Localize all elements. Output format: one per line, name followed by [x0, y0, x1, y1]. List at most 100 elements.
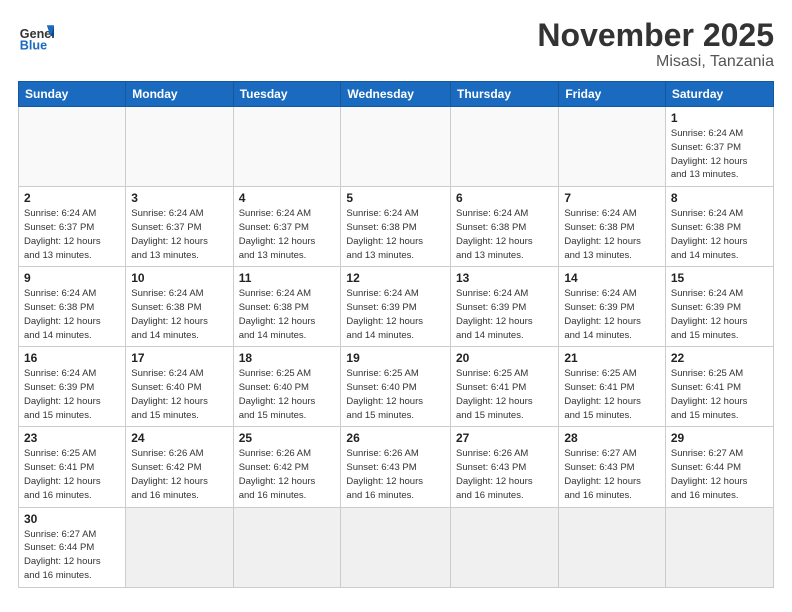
- calendar-cell: 26Sunrise: 6:26 AMSunset: 6:43 PMDayligh…: [341, 427, 451, 507]
- day-info: Sunrise: 6:25 AMSunset: 6:40 PMDaylight:…: [346, 367, 445, 422]
- calendar-cell: 10Sunrise: 6:24 AMSunset: 6:38 PMDayligh…: [126, 267, 233, 347]
- header: General Blue November 2025 Misasi, Tanza…: [18, 18, 774, 71]
- calendar-cell: 30 Sunrise: 6:27 AMSunset: 6:44 PMDayligh…: [19, 507, 126, 587]
- day-number: 4: [239, 191, 336, 205]
- day-number: 25: [239, 431, 336, 445]
- calendar-cell: [126, 107, 233, 187]
- day-number: 1: [671, 111, 768, 125]
- calendar-cell: 28 Sunrise: 6:27 AMSunset: 6:43 PMDayligh…: [559, 427, 666, 507]
- day-number: 19: [346, 351, 445, 365]
- calendar-cell: [559, 507, 666, 587]
- calendar-cell: 21 Sunrise: 6:25 AMSunset: 6:41 PMDayligh…: [559, 347, 666, 427]
- day-info: Sunrise: 6:25 AMSunset: 6:41 PMDaylight:…: [671, 367, 768, 422]
- calendar-cell: 19 Sunrise: 6:25 AMSunset: 6:40 PMDayligh…: [341, 347, 451, 427]
- day-number: 23: [24, 431, 120, 445]
- day-info: Sunrise: 6:24 AMSunset: 6:38 PMDaylight:…: [239, 287, 336, 342]
- calendar-cell: 7Sunrise: 6:24 AMSunset: 6:38 PMDaylight…: [559, 187, 666, 267]
- location: Misasi, Tanzania: [537, 53, 774, 71]
- calendar-cell: [451, 507, 559, 587]
- calendar-cell: 25 Sunrise: 6:26 AMSunset: 6:42 PMDayligh…: [233, 427, 341, 507]
- calendar-cell: 3Sunrise: 6:24 AMSunset: 6:37 PMDaylight…: [126, 187, 233, 267]
- calendar: SundayMondayTuesdayWednesdayThursdayFrid…: [18, 81, 774, 587]
- day-info: Sunrise: 6:25 AMSunset: 6:41 PMDaylight:…: [456, 367, 553, 422]
- week-row-2: 2 Sunrise: 6:24 AMSunset: 6:37 PMDaylight…: [19, 187, 774, 267]
- calendar-cell: 18Sunrise: 6:25 AMSunset: 6:40 PMDayligh…: [233, 347, 341, 427]
- day-info: Sunrise: 6:24 AMSunset: 6:39 PMDaylight:…: [671, 287, 768, 342]
- day-info: Sunrise: 6:26 AMSunset: 6:43 PMDaylight:…: [346, 447, 445, 502]
- day-number: 12: [346, 271, 445, 285]
- logo-icon: General Blue: [18, 18, 54, 54]
- day-number: 27: [456, 431, 553, 445]
- day-number: 28: [564, 431, 660, 445]
- calendar-cell: 22 Sunrise: 6:25 AMSunset: 6:41 PMDayligh…: [665, 347, 773, 427]
- day-number: 10: [131, 271, 227, 285]
- day-info: Sunrise: 6:24 AMSunset: 6:37 PMDaylight:…: [24, 207, 120, 262]
- day-number: 5: [346, 191, 445, 205]
- day-info: Sunrise: 6:27 AMSunset: 6:44 PMDaylight:…: [24, 528, 120, 583]
- calendar-cell: [126, 507, 233, 587]
- title-block: November 2025 Misasi, Tanzania: [537, 18, 774, 71]
- calendar-cell: [19, 107, 126, 187]
- day-number: 17: [131, 351, 227, 365]
- calendar-cell: [233, 107, 341, 187]
- calendar-cell: 13Sunrise: 6:24 AMSunset: 6:39 PMDayligh…: [451, 267, 559, 347]
- day-number: 9: [24, 271, 120, 285]
- day-info: Sunrise: 6:25 AMSunset: 6:40 PMDaylight:…: [239, 367, 336, 422]
- col-header-tuesday: Tuesday: [233, 82, 341, 107]
- calendar-cell: 6 Sunrise: 6:24 AMSunset: 6:38 PMDaylight…: [451, 187, 559, 267]
- day-number: 6: [456, 191, 553, 205]
- calendar-cell: 20 Sunrise: 6:25 AMSunset: 6:41 PMDayligh…: [451, 347, 559, 427]
- day-info: Sunrise: 6:24 AMSunset: 6:39 PMDaylight:…: [346, 287, 445, 342]
- day-number: 15: [671, 271, 768, 285]
- day-number: 8: [671, 191, 768, 205]
- col-header-friday: Friday: [559, 82, 666, 107]
- day-info: Sunrise: 6:24 AMSunset: 6:37 PMDaylight:…: [671, 127, 768, 182]
- day-number: 21: [564, 351, 660, 365]
- col-header-monday: Monday: [126, 82, 233, 107]
- day-info: Sunrise: 6:24 AMSunset: 6:38 PMDaylight:…: [456, 207, 553, 262]
- calendar-cell: [341, 507, 451, 587]
- calendar-cell: 8 Sunrise: 6:24 AMSunset: 6:38 PMDaylight…: [665, 187, 773, 267]
- day-number: 30: [24, 512, 120, 526]
- day-number: 16: [24, 351, 120, 365]
- calendar-cell: [233, 507, 341, 587]
- week-row-6: 30 Sunrise: 6:27 AMSunset: 6:44 PMDayligh…: [19, 507, 774, 587]
- calendar-cell: 27 Sunrise: 6:26 AMSunset: 6:43 PMDayligh…: [451, 427, 559, 507]
- day-info: Sunrise: 6:25 AMSunset: 6:41 PMDaylight:…: [564, 367, 660, 422]
- calendar-cell: [665, 507, 773, 587]
- calendar-cell: 17Sunrise: 6:24 AMSunset: 6:40 PMDayligh…: [126, 347, 233, 427]
- calendar-cell: 1 Sunrise: 6:24 AMSunset: 6:37 PMDaylight…: [665, 107, 773, 187]
- calendar-cell: 9 Sunrise: 6:24 AMSunset: 6:38 PMDaylight…: [19, 267, 126, 347]
- day-number: 22: [671, 351, 768, 365]
- calendar-cell: 16 Sunrise: 6:24 AMSunset: 6:39 PMDayligh…: [19, 347, 126, 427]
- day-info: Sunrise: 6:27 AMSunset: 6:43 PMDaylight:…: [564, 447, 660, 502]
- calendar-cell: 23 Sunrise: 6:25 AMSunset: 6:41 PMDayligh…: [19, 427, 126, 507]
- day-number: 20: [456, 351, 553, 365]
- day-info: Sunrise: 6:27 AMSunset: 6:44 PMDaylight:…: [671, 447, 768, 502]
- day-number: 29: [671, 431, 768, 445]
- day-info: Sunrise: 6:24 AMSunset: 6:38 PMDaylight:…: [564, 207, 660, 262]
- day-info: Sunrise: 6:24 AMSunset: 6:37 PMDaylight:…: [239, 207, 336, 262]
- calendar-cell: [451, 107, 559, 187]
- day-info: Sunrise: 6:24 AMSunset: 6:39 PMDaylight:…: [564, 287, 660, 342]
- day-info: Sunrise: 6:24 AMSunset: 6:39 PMDaylight:…: [24, 367, 120, 422]
- day-number: 3: [131, 191, 227, 205]
- calendar-cell: 15 Sunrise: 6:24 AMSunset: 6:39 PMDayligh…: [665, 267, 773, 347]
- calendar-cell: 29 Sunrise: 6:27 AMSunset: 6:44 PMDayligh…: [665, 427, 773, 507]
- day-number: 11: [239, 271, 336, 285]
- col-header-wednesday: Wednesday: [341, 82, 451, 107]
- day-info: Sunrise: 6:26 AMSunset: 6:42 PMDaylight:…: [131, 447, 227, 502]
- page: General Blue November 2025 Misasi, Tanza…: [0, 0, 792, 612]
- day-number: 2: [24, 191, 120, 205]
- logo: General Blue: [18, 18, 54, 54]
- calendar-cell: 4 Sunrise: 6:24 AMSunset: 6:37 PMDaylight…: [233, 187, 341, 267]
- day-info: Sunrise: 6:24 AMSunset: 6:38 PMDaylight:…: [671, 207, 768, 262]
- day-info: Sunrise: 6:24 AMSunset: 6:38 PMDaylight:…: [24, 287, 120, 342]
- day-number: 13: [456, 271, 553, 285]
- col-header-thursday: Thursday: [451, 82, 559, 107]
- calendar-cell: 14Sunrise: 6:24 AMSunset: 6:39 PMDayligh…: [559, 267, 666, 347]
- day-info: Sunrise: 6:25 AMSunset: 6:41 PMDaylight:…: [24, 447, 120, 502]
- day-info: Sunrise: 6:26 AMSunset: 6:43 PMDaylight:…: [456, 447, 553, 502]
- day-info: Sunrise: 6:26 AMSunset: 6:42 PMDaylight:…: [239, 447, 336, 502]
- day-info: Sunrise: 6:24 AMSunset: 6:38 PMDaylight:…: [346, 207, 445, 262]
